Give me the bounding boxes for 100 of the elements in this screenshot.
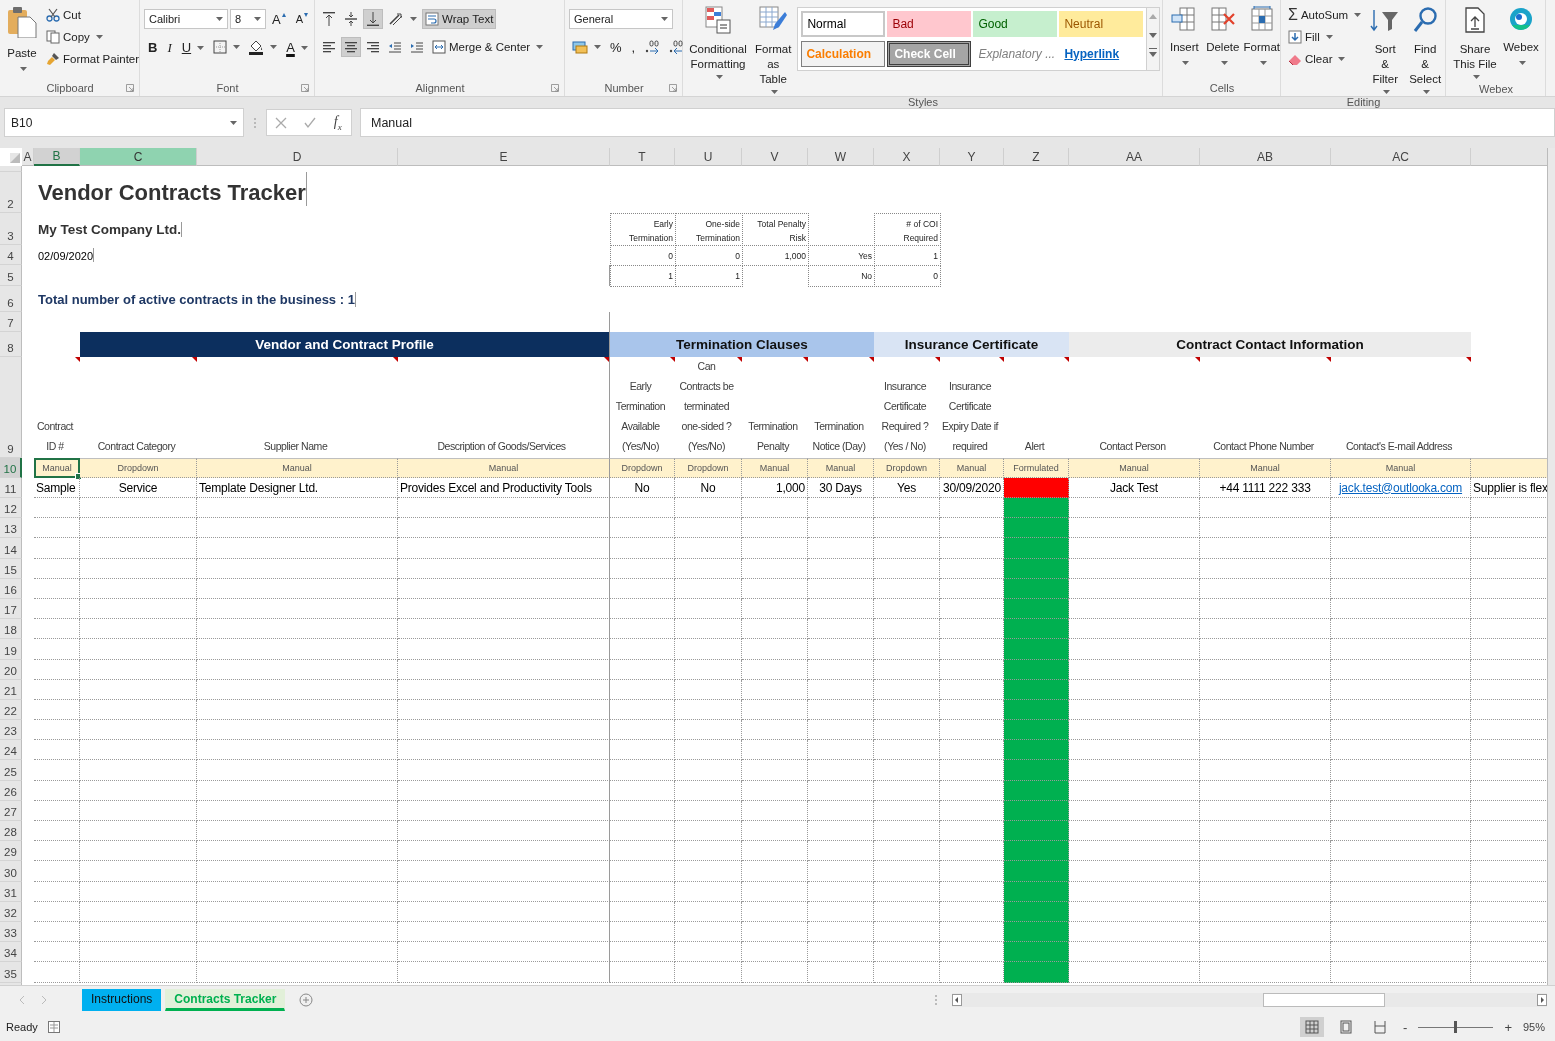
row-header[interactable]: 34: [0, 942, 22, 963]
sheet-tab[interactable]: Instructions: [82, 988, 162, 1011]
row-header[interactable]: 33: [0, 921, 22, 943]
grow-font-button[interactable]: A: [268, 9, 290, 29]
conditional-formatting-button[interactable]: Conditional Formatting: [687, 3, 749, 81]
column-header[interactable]: T: [610, 148, 675, 166]
zoom-in-button[interactable]: +: [1503, 1018, 1513, 1036]
row-header[interactable]: 32: [0, 901, 22, 922]
copy-button[interactable]: Copy: [43, 27, 143, 47]
add-sheet-icon[interactable]: [299, 992, 314, 1007]
input-type-cell[interactable]: Dropdown: [675, 458, 742, 478]
check-icon[interactable]: [304, 116, 317, 129]
input-type-cell[interactable]: Manual: [742, 458, 808, 478]
dialog-launcher-icon[interactable]: [126, 84, 134, 92]
cell-style-option[interactable]: Neutral: [1059, 11, 1144, 37]
input-type-cell[interactable]: Formulated: [1004, 458, 1069, 478]
name-box[interactable]: B10: [4, 108, 244, 137]
row-header[interactable]: 15: [0, 558, 22, 579]
row-header[interactable]: 7: [0, 312, 22, 332]
row-header[interactable]: 35: [0, 962, 22, 983]
bold-button[interactable]: B: [144, 37, 162, 57]
share-file-button[interactable]: Share This File: [1450, 3, 1500, 81]
cell-style-option[interactable]: Explanatory ...: [973, 41, 1058, 67]
row-header[interactable]: 17: [0, 598, 22, 620]
autosum-button[interactable]: Σ AutoSum: [1285, 5, 1365, 25]
horizontal-scrollbar[interactable]: [952, 992, 1547, 1007]
format-as-table-button[interactable]: Format as Table: [752, 3, 795, 96]
format-painter-button[interactable]: Format Painter: [43, 49, 143, 69]
row-header[interactable]: 3: [0, 213, 22, 245]
vertical-align-button[interactable]: [363, 9, 383, 29]
input-type-cell[interactable]: Manual: [940, 458, 1004, 478]
clear-button[interactable]: Clear: [1285, 49, 1365, 69]
italic-button[interactable]: I: [163, 37, 176, 57]
row-header[interactable]: 14: [0, 538, 22, 559]
column-header[interactable]: X: [874, 148, 940, 166]
macro-record-icon[interactable]: [47, 1021, 60, 1033]
cell-style-option[interactable]: Normal: [801, 11, 886, 37]
row-header[interactable]: 13: [0, 518, 22, 539]
dialog-launcher-icon[interactable]: [551, 84, 559, 92]
row-header[interactable]: 31: [0, 881, 22, 902]
column-header[interactable]: AA: [1069, 148, 1200, 166]
row-header[interactable]: 16: [0, 578, 22, 599]
row-header[interactable]: [0, 166, 22, 172]
row-header[interactable]: 28: [0, 821, 22, 842]
column-header[interactable]: V: [742, 148, 808, 166]
row-header[interactable]: 27: [0, 800, 22, 821]
slider-thumb[interactable]: [1454, 1021, 1458, 1033]
dialog-launcher-icon[interactable]: [669, 84, 677, 92]
row-header[interactable]: 5: [0, 265, 22, 286]
shrink-font-button[interactable]: A: [291, 9, 312, 29]
row-header[interactable]: 4: [0, 245, 22, 265]
column-header[interactable]: B: [34, 148, 80, 166]
fill-button[interactable]: Fill: [1285, 27, 1365, 47]
find-select-button[interactable]: Find & Select: [1406, 3, 1445, 96]
comma-style-button[interactable]: ,: [627, 37, 640, 57]
select-all-icon[interactable]: [10, 153, 20, 163]
row-header[interactable]: 22: [0, 699, 22, 721]
row-header[interactable]: 9: [0, 357, 22, 458]
column-header[interactable]: C: [80, 148, 197, 166]
underline-button[interactable]: U: [177, 37, 209, 57]
row-header[interactable]: 8: [0, 332, 22, 357]
row-header[interactable]: 26: [0, 780, 22, 801]
delete-button[interactable]: Delete: [1204, 3, 1241, 67]
row-header[interactable]: 11: [0, 478, 22, 498]
row-header[interactable]: 19: [0, 639, 22, 660]
font-size-dropdown[interactable]: 8: [230, 9, 266, 29]
input-type-cell[interactable]: Dropdown: [610, 458, 675, 478]
row-header[interactable]: 29: [0, 841, 22, 862]
email-link[interactable]: jack.test@outlooka.com: [1338, 480, 1463, 495]
splitter-icon[interactable]: [934, 993, 938, 1006]
input-type-cell[interactable]: Manual: [398, 458, 610, 478]
input-type-cell[interactable]: Manual: [197, 458, 398, 478]
horizontal-align-button[interactable]: [341, 37, 361, 57]
font-name-dropdown[interactable]: Calibri: [144, 9, 228, 29]
column-header[interactable]: A: [22, 148, 34, 166]
cell-style-option[interactable]: Good: [973, 11, 1058, 37]
row-header[interactable]: 30: [0, 861, 22, 882]
merge-center-button[interactable]: Merge & Center: [429, 37, 547, 57]
cut-button[interactable]: Cut: [43, 5, 143, 25]
row-header[interactable]: 23: [0, 720, 22, 741]
column-header[interactable]: AC: [1331, 148, 1471, 166]
formula-field[interactable]: Manual: [360, 108, 1555, 137]
row-header[interactable]: 20: [0, 659, 22, 680]
input-type-cell[interactable]: Manual: [808, 458, 874, 478]
view-button[interactable]: [1300, 1017, 1325, 1037]
row-header[interactable]: 21: [0, 679, 22, 700]
zoom-out-button[interactable]: -: [1402, 1018, 1409, 1036]
input-type-cell[interactable]: Manual: [1069, 458, 1200, 478]
dialog-launcher-icon[interactable]: [301, 84, 309, 92]
column-header[interactable]: D: [197, 148, 398, 166]
scroll-thumb[interactable]: [1263, 992, 1385, 1007]
row-header[interactable]: 24: [0, 740, 22, 761]
input-type-cell[interactable]: Manual: [34, 458, 80, 478]
column-header[interactable]: W: [808, 148, 874, 166]
column-header[interactable]: Z: [1004, 148, 1069, 166]
next-sheet-icon[interactable]: [40, 994, 48, 1005]
row-header[interactable]: 6: [0, 286, 22, 312]
input-type-cell[interactable]: Manual: [1200, 458, 1331, 478]
wrap-text-button[interactable]: Wrap Text: [422, 9, 497, 29]
previous-sheet-icon[interactable]: [18, 994, 26, 1005]
